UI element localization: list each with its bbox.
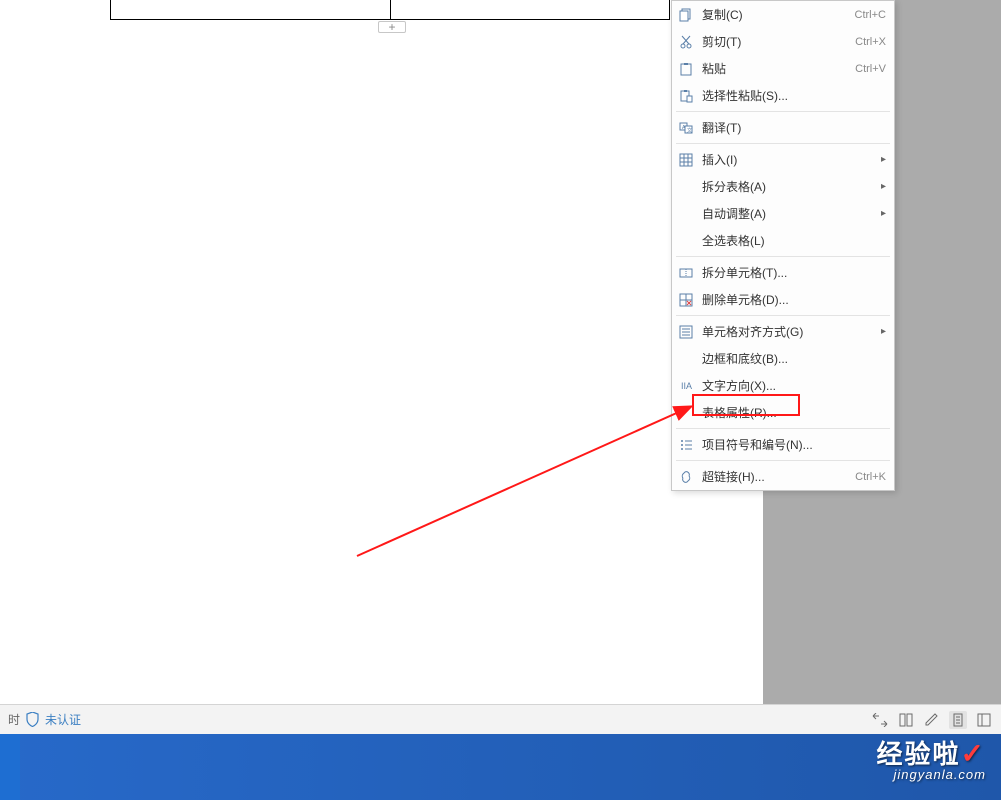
watermark-title: 经验啦 bbox=[877, 739, 961, 769]
document-page: + bbox=[0, 0, 763, 704]
menu-delete-cell[interactable]: 删除单元格(D)... bbox=[672, 286, 894, 313]
layout-icon[interactable] bbox=[975, 711, 993, 729]
taskbar bbox=[0, 734, 1001, 800]
menu-paste[interactable]: 粘贴 Ctrl+V bbox=[672, 55, 894, 82]
menu-separator bbox=[676, 256, 890, 257]
menu-label: 项目符号和编号(N)... bbox=[702, 436, 813, 453]
menu-shortcut: Ctrl+V bbox=[855, 63, 886, 75]
menu-separator bbox=[676, 428, 890, 429]
chevron-right-icon: ▸ bbox=[881, 181, 886, 192]
paste-special-icon bbox=[678, 88, 694, 104]
svg-text:文: 文 bbox=[687, 127, 692, 134]
menu-shortcut: Ctrl+K bbox=[855, 471, 886, 483]
menu-label: 文字方向(X)... bbox=[702, 377, 776, 394]
translate-icon: A文 bbox=[678, 120, 694, 136]
menu-label: 选择性粘贴(S)... bbox=[702, 87, 788, 104]
verify-status[interactable]: 未认证 bbox=[45, 711, 81, 728]
menu-bullets-numbering[interactable]: 项目符号和编号(N)... bbox=[672, 431, 894, 458]
delete-cell-icon bbox=[678, 292, 694, 308]
menu-hyperlink[interactable]: 超链接(H)... Ctrl+K bbox=[672, 463, 894, 490]
menu-label: 翻译(T) bbox=[702, 119, 741, 136]
watermark: 经验啦✓ jingyanla.com bbox=[877, 734, 986, 782]
menu-label: 粘贴 bbox=[702, 60, 726, 77]
menu-label: 删除单元格(D)... bbox=[702, 291, 789, 308]
menu-border-shading[interactable]: 边框和底纹(B)... bbox=[672, 345, 894, 372]
table-column-divider bbox=[390, 0, 391, 20]
menu-label: 全选表格(L) bbox=[702, 232, 765, 249]
book-icon[interactable] bbox=[897, 711, 915, 729]
copy-icon bbox=[678, 7, 694, 23]
menu-select-all-table[interactable]: 全选表格(L) bbox=[672, 227, 894, 254]
menu-label: 超链接(H)... bbox=[702, 468, 765, 485]
fit-width-icon[interactable] bbox=[871, 711, 889, 729]
menu-shortcut: Ctrl+C bbox=[855, 9, 886, 21]
table-row[interactable] bbox=[110, 0, 670, 20]
menu-insert[interactable]: 插入(I) ▸ bbox=[672, 146, 894, 173]
chevron-right-icon: ▸ bbox=[881, 326, 886, 337]
menu-split-cell[interactable]: 拆分单元格(T)... bbox=[672, 259, 894, 286]
menu-cell-align[interactable]: 单元格对齐方式(G) ▸ bbox=[672, 318, 894, 345]
status-bar: 时 未认证 bbox=[0, 704, 1001, 734]
menu-separator bbox=[676, 111, 890, 112]
cell-align-icon bbox=[678, 324, 694, 340]
menu-cut[interactable]: 剪切(T) Ctrl+X bbox=[672, 28, 894, 55]
chevron-right-icon: ▸ bbox=[881, 208, 886, 219]
taskbar-tab[interactable] bbox=[0, 734, 20, 800]
page-icon[interactable] bbox=[949, 711, 967, 729]
menu-paste-special[interactable]: 选择性粘贴(S)... bbox=[672, 82, 894, 109]
menu-label: 复制(C) bbox=[702, 6, 743, 23]
split-cell-icon bbox=[678, 265, 694, 281]
menu-label: 单元格对齐方式(G) bbox=[702, 323, 803, 340]
add-row-button[interactable]: + bbox=[378, 21, 406, 33]
menu-label: 剪切(T) bbox=[702, 33, 741, 50]
insert-icon bbox=[678, 152, 694, 168]
menu-label: 插入(I) bbox=[702, 151, 737, 168]
edit-icon[interactable] bbox=[923, 711, 941, 729]
bullets-icon bbox=[678, 437, 694, 453]
menu-label: 自动调整(A) bbox=[702, 205, 766, 222]
menu-translate[interactable]: A文 翻译(T) bbox=[672, 114, 894, 141]
menu-separator bbox=[676, 460, 890, 461]
text-direction-icon: IIA bbox=[678, 378, 694, 394]
cut-icon bbox=[678, 34, 694, 50]
menu-table-properties[interactable]: 表格属性(R)... bbox=[672, 399, 894, 426]
menu-label: 边框和底纹(B)... bbox=[702, 350, 788, 367]
menu-label: 表格属性(R)... bbox=[702, 404, 777, 421]
svg-text:IIA: IIA bbox=[681, 381, 692, 391]
menu-separator bbox=[676, 143, 890, 144]
menu-shortcut: Ctrl+X bbox=[855, 36, 886, 48]
plus-icon: + bbox=[388, 21, 395, 33]
paste-icon bbox=[678, 61, 694, 77]
menu-text-direction[interactable]: IIA 文字方向(X)... bbox=[672, 372, 894, 399]
hyperlink-icon bbox=[678, 469, 694, 485]
shield-icon bbox=[26, 712, 39, 727]
check-icon: ✓ bbox=[961, 738, 986, 769]
context-menu: 复制(C) Ctrl+C 剪切(T) Ctrl+X 粘贴 Ctrl+V 选择性粘… bbox=[671, 0, 895, 491]
menu-separator bbox=[676, 315, 890, 316]
menu-split-table[interactable]: 拆分表格(A) ▸ bbox=[672, 173, 894, 200]
status-text: 时 bbox=[8, 711, 20, 728]
menu-label: 拆分单元格(T)... bbox=[702, 264, 787, 281]
menu-label: 拆分表格(A) bbox=[702, 178, 766, 195]
menu-auto-adjust[interactable]: 自动调整(A) ▸ bbox=[672, 200, 894, 227]
menu-copy[interactable]: 复制(C) Ctrl+C bbox=[672, 1, 894, 28]
chevron-right-icon: ▸ bbox=[881, 154, 886, 165]
